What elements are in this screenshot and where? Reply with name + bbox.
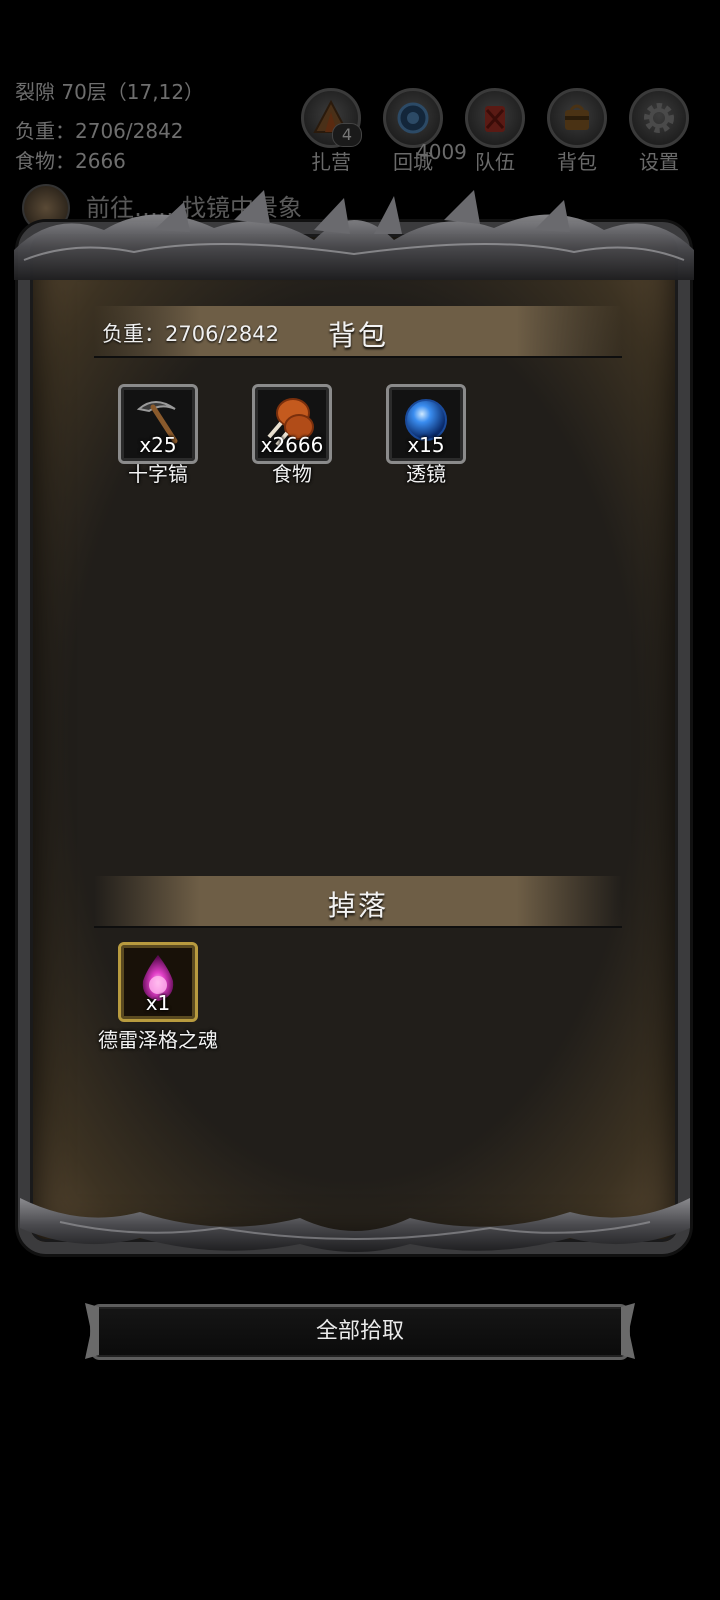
backpack-header: 负重：2706/2842 背包: [94, 306, 622, 358]
settings-label: 设置: [639, 150, 679, 174]
inventory-panel: [18, 222, 690, 1254]
team-label: 队伍: [475, 150, 515, 174]
gear-icon: [629, 88, 689, 148]
button-cap-right: [621, 1303, 635, 1359]
item-name: 食物: [272, 462, 312, 486]
item-slot: x2666: [252, 384, 332, 464]
item-quantity: x15: [407, 433, 445, 457]
return-city-button[interactable]: 4009 回城: [378, 88, 467, 175]
inventory-item-lens[interactable]: x15 透镜: [366, 384, 486, 486]
hud: 裂隙 70层（17,12） 负重：2706/2842 食物：2666 4 扎营 …: [0, 0, 720, 260]
camp-button[interactable]: 4 扎营: [296, 88, 366, 175]
settings-button[interactable]: 设置: [624, 88, 694, 175]
location-label: 裂隙 70层（17,12）: [15, 80, 205, 104]
item-slot: x25: [118, 384, 198, 464]
item-name: 透镜: [406, 462, 446, 486]
item-quantity: x25: [139, 433, 177, 457]
item-quantity: x1: [145, 991, 171, 1015]
team-icon: [465, 88, 525, 148]
inventory-item-food[interactable]: x2666 食物: [232, 384, 352, 486]
backpack-button[interactable]: 背包: [542, 88, 612, 175]
backpack-label: 背包: [557, 150, 597, 174]
team-button[interactable]: 队伍: [460, 88, 530, 175]
camp-label: 扎营: [311, 150, 351, 174]
inventory-item-pickaxe[interactable]: x25 十字镐: [98, 384, 218, 486]
item-name: 十字镐: [128, 462, 188, 486]
item-slot: x1: [118, 942, 198, 1022]
item-name: 德雷泽格之魂: [98, 1028, 218, 1052]
item-slot: x15: [386, 384, 466, 464]
pick-all-button[interactable]: 全部拾取: [85, 1303, 635, 1360]
camp-icon: 4: [301, 88, 362, 148]
food-label: 食物：2666: [15, 149, 126, 173]
drop-item-soul[interactable]: x1 德雷泽格之魂: [98, 942, 218, 1060]
camp-badge: 4: [332, 123, 362, 147]
pick-all-label: 全部拾取: [315, 1319, 404, 1344]
portal-icon: 4009: [383, 88, 467, 164]
backpack-icon: [547, 88, 607, 148]
button-cap-left: [85, 1303, 99, 1359]
item-quantity: x2666: [260, 433, 324, 457]
load-label: 负重：2706/2842: [15, 119, 184, 143]
backpack-title: 背包: [327, 319, 388, 352]
drops-title: 掉落: [327, 889, 388, 922]
drops-header: 掉落: [94, 876, 622, 928]
